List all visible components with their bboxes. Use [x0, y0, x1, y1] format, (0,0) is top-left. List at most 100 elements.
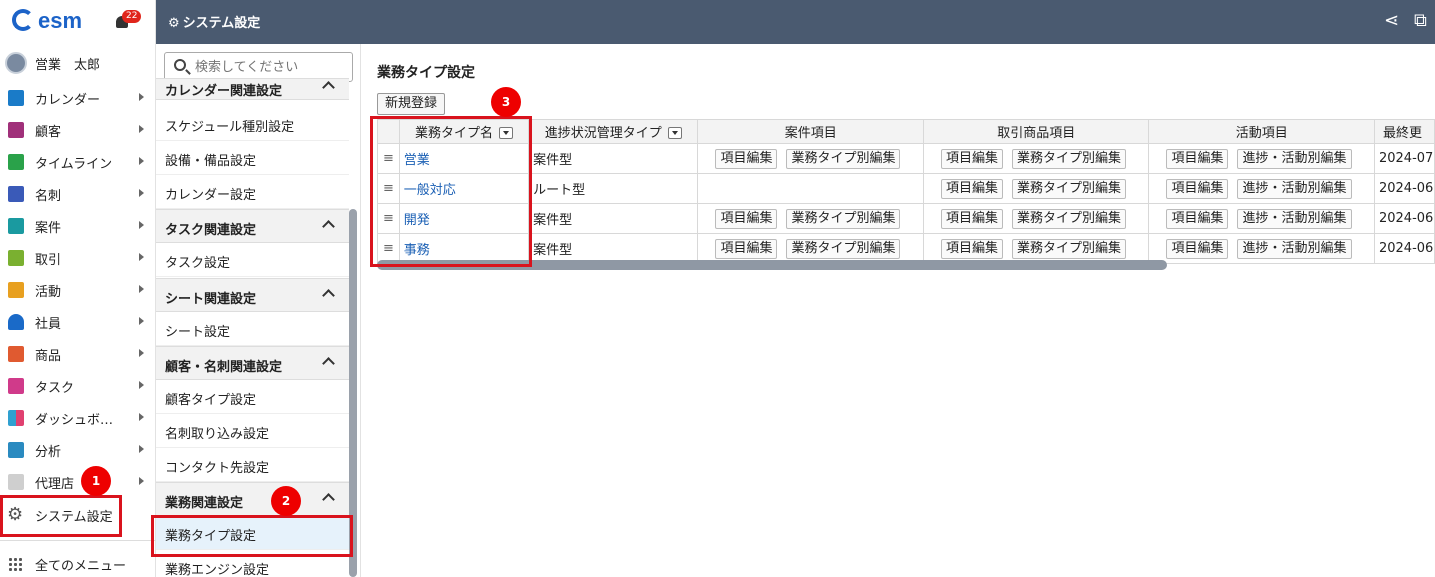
avatar — [5, 52, 27, 74]
item-edit-button[interactable]: 項目編集 — [940, 238, 1003, 259]
nav-item-deal[interactable]: 取引 — [0, 242, 156, 274]
chevron-right-icon — [139, 349, 144, 357]
menu-label: カレンダー設定 — [165, 188, 257, 203]
deal-items-cell: 項目編集 業務タイプ別編集 — [922, 203, 1150, 234]
section-header-business[interactable]: 業務関連設定 — [156, 482, 349, 516]
menu-label: シート設定 — [165, 325, 231, 340]
menu-label: コンタクト先設定 — [165, 461, 270, 476]
deal-items-cell: 項目編集 業務タイプ別編集 — [922, 143, 1150, 174]
type-edit-button[interactable]: 業務タイプ別編集 — [1011, 238, 1126, 259]
case-items-cell — [697, 173, 924, 204]
item-edit-button[interactable]: 項目編集 — [940, 208, 1003, 229]
item-edit-button[interactable]: 項目編集 — [1166, 238, 1229, 259]
progress-edit-button[interactable]: 進捗・活動別編集 — [1237, 238, 1352, 259]
brand-text: esm — [38, 8, 83, 33]
user-row[interactable]: 営業 太郎 — [0, 48, 156, 78]
chevron-right-icon — [139, 221, 144, 229]
menu-label: スケジュール種別設定 — [165, 120, 295, 135]
section-label: 業務関連設定 — [165, 496, 244, 511]
nav-item-product[interactable]: 商品 — [0, 338, 156, 370]
section-header-calendar[interactable]: カレンダー関連設定 — [156, 78, 349, 100]
nav-item-case[interactable]: 案件 — [0, 210, 156, 242]
item-edit-button[interactable]: 項目編集 — [715, 148, 778, 169]
user-name: 営業 太郎 — [35, 58, 101, 73]
progress-edit-button[interactable]: 進捗・活動別編集 — [1237, 208, 1352, 229]
settings-menu: カレンダー関連設定 スケジュール種別設定 設備・備品設定 カレンダー設定 タスク… — [156, 44, 361, 577]
menu-label: 顧客タイプ設定 — [165, 393, 257, 408]
column-header: 最終更 — [1373, 119, 1435, 144]
annotation-number-3: 3 — [491, 87, 521, 117]
nav-label: 案件 — [35, 221, 62, 236]
annotation-number-2: 2 — [271, 486, 301, 516]
item-edit-button[interactable]: 項目編集 — [1166, 208, 1229, 229]
menu-item-customer-type[interactable]: 顧客タイプ設定 — [156, 380, 349, 414]
nav-item-meishi[interactable]: 名刺 — [0, 178, 156, 210]
chevron-right-icon — [139, 381, 144, 389]
esm-logo[interactable]: esm — [12, 8, 82, 34]
nav-item-agency[interactable]: 代理店 — [0, 466, 156, 498]
chevron-right-icon — [139, 445, 144, 453]
menu-item-sheet-settings[interactable]: シート設定 — [156, 312, 349, 346]
updated-cell: 2024-07 — [1373, 143, 1435, 174]
table-row: ≡ 開発 案件型 項目編集 業務タイプ別編集 項目編集 業務タイプ別編集 項目編集進… — [377, 203, 1435, 234]
item-edit-button[interactable]: 項目編集 — [715, 208, 778, 229]
nav-label: 代理店 — [35, 477, 75, 492]
item-edit-button[interactable]: 項目編集 — [940, 178, 1003, 199]
section-header-task[interactable]: タスク関連設定 — [156, 209, 349, 243]
notification-badge[interactable]: 22 — [122, 10, 142, 23]
chevron-right-icon — [139, 157, 144, 165]
type-edit-button[interactable]: 業務タイプ別編集 — [1011, 208, 1126, 229]
progress-edit-button[interactable]: 進捗・活動別編集 — [1237, 178, 1352, 199]
nav-label: 取引 — [35, 253, 62, 268]
esm-logo-icon — [12, 9, 34, 31]
type-edit-button[interactable]: 業務タイプ別編集 — [786, 238, 901, 259]
progress-type-cell: 案件型 — [528, 233, 699, 264]
case-items-cell: 項目編集 業務タイプ別編集 — [697, 233, 924, 264]
page-title: 業務タイプ設定 — [377, 65, 475, 81]
menu-label: タスク設定 — [165, 256, 231, 271]
search-input[interactable] — [195, 58, 345, 76]
nav-label: 社員 — [35, 317, 62, 332]
section-header-sheet[interactable]: シート関連設定 — [156, 278, 349, 312]
nav-item-timeline[interactable]: タイムライン — [0, 146, 156, 178]
gear-icon: ⚙ — [168, 16, 180, 31]
case-icon — [8, 218, 24, 234]
item-edit-button[interactable]: 項目編集 — [940, 148, 1003, 169]
nav-item-all-menu[interactable]: 全てのメニュー — [0, 548, 156, 577]
item-edit-button[interactable]: 項目編集 — [715, 238, 778, 259]
nav-item-analysis[interactable]: 分析 — [0, 434, 156, 466]
menu-item-equipment[interactable]: 設備・備品設定 — [156, 141, 349, 175]
nav-item-customer[interactable]: 顧客 — [0, 114, 156, 146]
progress-type-cell: 案件型 — [528, 143, 699, 174]
share-icon[interactable]: ⋖ — [1384, 10, 1404, 32]
column-header[interactable]: 進捗状況管理タイプ — [528, 119, 699, 144]
type-edit-button[interactable]: 業務タイプ別編集 — [1011, 148, 1126, 169]
activity-items-cell: 項目編集 進捗・活動別編集 — [1148, 143, 1375, 174]
section-header-customer[interactable]: 顧客・名刺関連設定 — [156, 346, 349, 380]
menu-item-task-settings[interactable]: タスク設定 — [156, 243, 349, 277]
nav-label: 分析 — [35, 445, 62, 460]
annotation-number-1: 1 — [81, 466, 111, 496]
nav-label: ダッシュボ… — [35, 413, 114, 428]
type-edit-button[interactable]: 業務タイプ別編集 — [786, 148, 901, 169]
progress-edit-button[interactable]: 進捗・活動別編集 — [1237, 148, 1352, 169]
activity-items-cell: 項目編集 進捗・活動別編集 — [1148, 203, 1375, 234]
dropdown-icon[interactable] — [667, 127, 682, 139]
item-edit-button[interactable]: 項目編集 — [1166, 178, 1229, 199]
item-edit-button[interactable]: 項目編集 — [1166, 148, 1229, 169]
external-link-icon[interactable]: ⧉ — [1414, 10, 1434, 32]
nav-item-activity[interactable]: 活動 — [0, 274, 156, 306]
type-edit-button[interactable]: 業務タイプ別編集 — [786, 208, 901, 229]
new-register-button[interactable]: 新規登録 — [377, 93, 446, 115]
type-edit-button[interactable]: 業務タイプ別編集 — [1011, 178, 1126, 199]
menu-item-card-import[interactable]: 名刺取り込み設定 — [156, 414, 349, 448]
menu-item-schedule-type[interactable]: スケジュール種別設定 — [156, 107, 349, 141]
menu-item-calendar-settings[interactable]: カレンダー設定 — [156, 175, 349, 209]
nav-item-dashboard[interactable]: ダッシュボ… — [0, 402, 156, 434]
activity-icon — [8, 282, 24, 298]
menu-item-contact[interactable]: コンタクト先設定 — [156, 448, 349, 482]
business-type-table: 業務タイプ名 進捗状況管理タイプ 案件項目 取引商品項目 活動項目 最終更 ≡ … — [377, 119, 1435, 274]
nav-item-employee[interactable]: 社員 — [0, 306, 156, 338]
nav-item-calendar[interactable]: カレンダー — [0, 82, 156, 114]
nav-item-task[interactable]: タスク — [0, 370, 156, 402]
